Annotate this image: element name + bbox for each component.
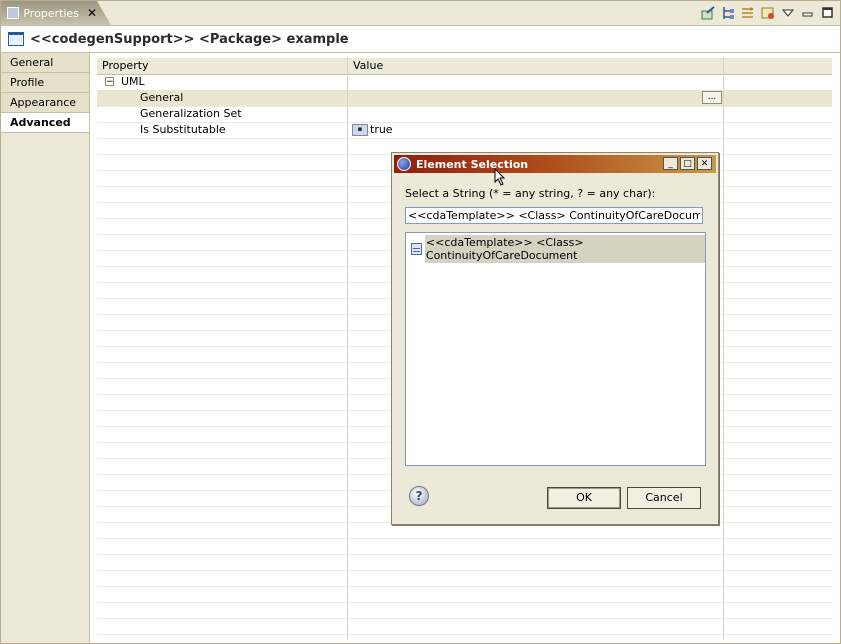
view-tab-bar: Properties ✕ xyxy=(1,1,840,26)
property-value[interactable]: ▪ true xyxy=(352,123,393,136)
value-column-header[interactable]: Value xyxy=(353,59,383,72)
filter-icon[interactable] xyxy=(740,5,756,21)
properties-tab[interactable]: Properties ✕ xyxy=(1,1,97,25)
filter-prompt: Select a String (* = any string, ? = any… xyxy=(405,187,656,200)
help-icon[interactable]: ? xyxy=(409,486,429,506)
properties-icon xyxy=(7,7,20,19)
cancel-button[interactable]: Cancel xyxy=(627,487,701,509)
property-tabs: General Profile Appearance Advanced xyxy=(1,53,90,643)
minimize-button[interactable]: _ xyxy=(663,157,678,170)
eclipse-icon xyxy=(397,157,411,171)
tree-icon[interactable] xyxy=(720,5,736,21)
ellipsis-button[interactable]: ... xyxy=(702,91,722,104)
list-item-label: <<cdaTemplate>> <Class> ContinuityOfCare… xyxy=(424,235,705,263)
package-icon xyxy=(8,32,24,46)
tab-advanced[interactable]: Advanced xyxy=(1,113,89,133)
pin-icon[interactable] xyxy=(700,5,716,21)
tab-appearance[interactable]: Appearance xyxy=(1,93,89,113)
property-value-text: true xyxy=(370,123,393,136)
collapse-icon[interactable]: − xyxy=(105,77,114,87)
tab-general[interactable]: General xyxy=(1,53,89,73)
boolean-icon: ▪ xyxy=(352,124,368,136)
close-icon[interactable]: ✕ xyxy=(87,6,97,20)
class-icon xyxy=(411,243,422,255)
dialog-title-bar[interactable]: Element Selection _ □ ✕ xyxy=(394,155,716,173)
dialog-title: Element Selection xyxy=(416,157,529,171)
property-column-header[interactable]: Property xyxy=(102,59,149,72)
property-row-general[interactable]: General ... xyxy=(97,90,832,107)
property-name: Generalization Set xyxy=(140,107,242,120)
property-sheet-header: Property Value xyxy=(97,58,832,75)
element-list[interactable]: <<cdaTemplate>> <Class> ContinuityOfCare… xyxy=(405,232,706,466)
filter-input[interactable] xyxy=(405,207,703,224)
mouse-cursor-icon xyxy=(494,168,506,186)
selection-title-bar: <<codegenSupport>> <Package> example xyxy=(1,26,840,53)
ok-button[interactable]: OK xyxy=(547,487,621,509)
properties-tab-label: Properties xyxy=(23,6,79,20)
group-row-uml[interactable]: − UML xyxy=(97,74,832,91)
advanced-icon[interactable] xyxy=(760,5,776,21)
selection-title: <<codegenSupport>> <Package> example xyxy=(30,31,349,47)
property-name: General xyxy=(140,91,184,104)
property-row-generalization-set[interactable]: Generalization Set xyxy=(97,106,832,123)
view-menu-icon[interactable] xyxy=(780,5,796,21)
element-selection-dialog: Element Selection _ □ ✕ Select a String … xyxy=(391,152,719,525)
list-item[interactable]: <<cdaTemplate>> <Class> ContinuityOfCare… xyxy=(411,235,705,263)
minimize-view-icon[interactable] xyxy=(800,5,816,21)
group-label: UML xyxy=(121,75,145,88)
maximize-button[interactable]: □ xyxy=(680,157,695,170)
maximize-view-icon[interactable] xyxy=(820,5,836,21)
tab-profile[interactable]: Profile xyxy=(1,73,89,93)
view-toolbar xyxy=(700,5,836,21)
close-button[interactable]: ✕ xyxy=(697,157,712,170)
property-name: Is Substitutable xyxy=(140,123,226,136)
property-row-is-substitutable[interactable]: Is Substitutable ▪ true xyxy=(97,122,832,139)
